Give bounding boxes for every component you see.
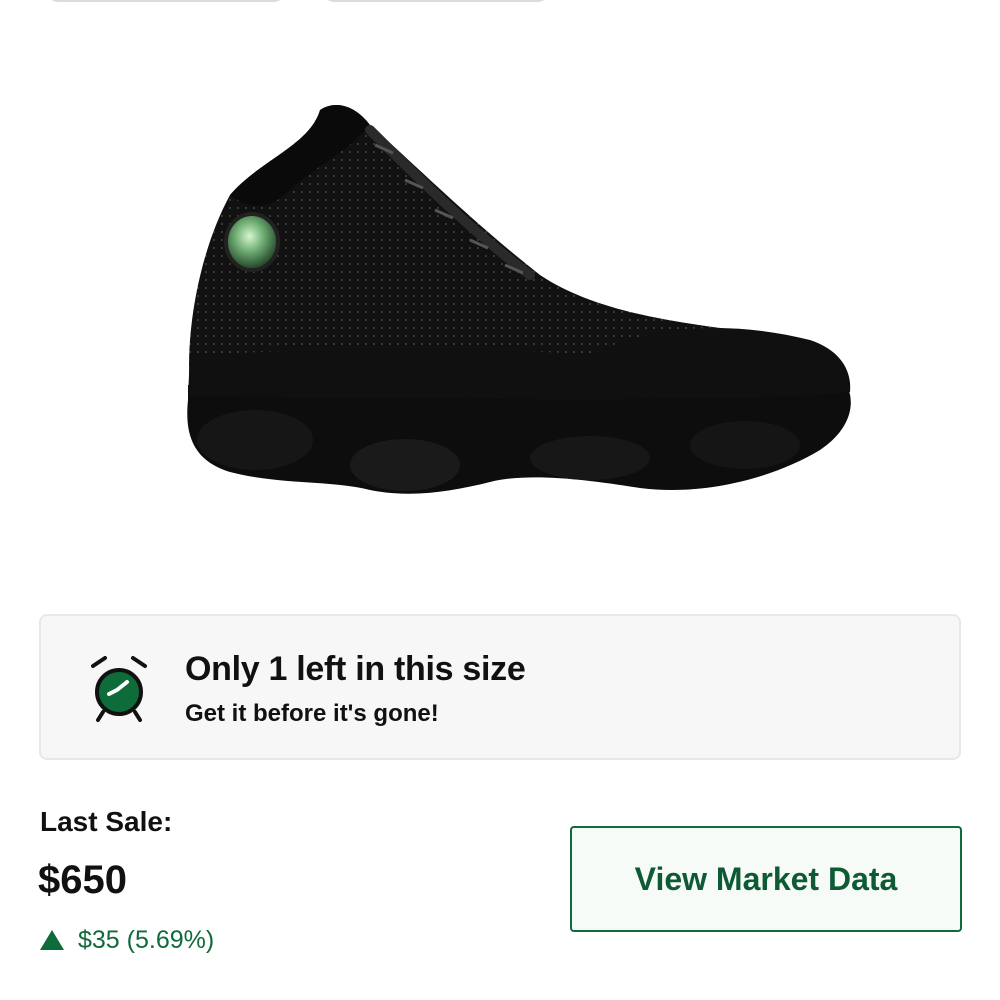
last-sale-price: $650 (38, 858, 127, 902)
top-option-button-left[interactable] (48, 0, 284, 2)
product-image (170, 100, 870, 500)
price-change: $35 (5.69%) (40, 925, 214, 955)
product-page: Only 1 left in this size Get it before i… (0, 0, 1000, 1000)
view-market-data-button[interactable]: View Market Data (570, 826, 962, 932)
alert-title: Only 1 left in this size (185, 650, 526, 688)
triangle-up-icon (40, 930, 64, 950)
low-stock-alert: Only 1 left in this size Get it before i… (39, 614, 961, 760)
price-change-value: $35 (5.69%) (78, 925, 215, 954)
sneaker-illustration (187, 105, 851, 494)
alarm-clock-icon (87, 654, 151, 724)
alert-subtitle: Get it before it's gone! (185, 700, 439, 727)
top-option-button-right[interactable] (324, 0, 548, 2)
last-sale-label: Last Sale: (40, 806, 173, 837)
